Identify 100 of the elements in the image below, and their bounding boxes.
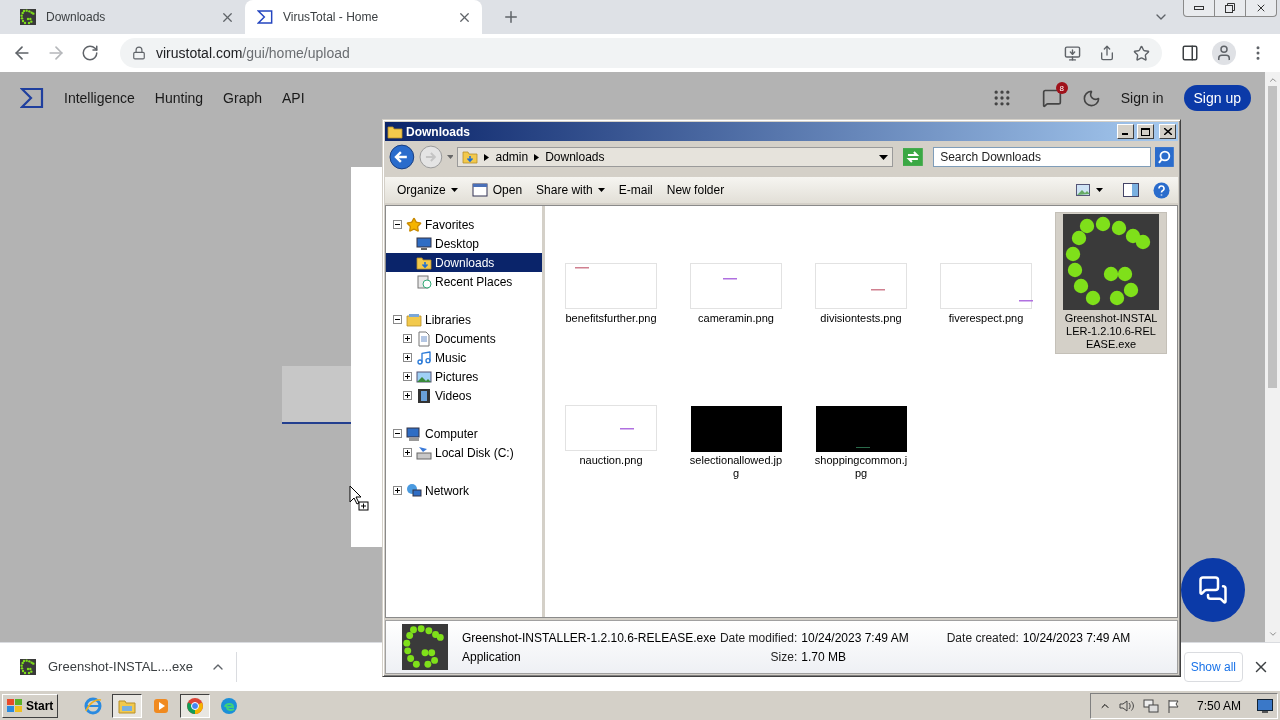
expand-toggle[interactable] (403, 353, 412, 362)
maximize-button[interactable] (1137, 124, 1154, 139)
tree-item[interactable]: Downloads (386, 253, 542, 272)
search-icon[interactable] (1155, 147, 1174, 167)
sign-in-link[interactable]: Sign in (1120, 90, 1164, 106)
tree-item[interactable]: Documents (386, 329, 542, 348)
tree-item[interactable]: Desktop (386, 234, 542, 253)
chat-icon (1198, 575, 1228, 605)
file-item[interactable]: divisiontests.png (805, 212, 917, 354)
detail-label: Date created: (946, 630, 1019, 645)
theme-icon[interactable] (1081, 88, 1101, 108)
download-item[interactable]: Greenshot-INSTAL....exe (20, 651, 237, 682)
install-icon[interactable] (1064, 44, 1081, 62)
drive-icon (416, 444, 432, 461)
library-icon (406, 311, 422, 328)
search-field[interactable]: Search Downloads (933, 147, 1152, 167)
new-tab-icon[interactable] (502, 8, 520, 26)
expand-toggle[interactable] (393, 315, 402, 324)
toolbar-button[interactable]: Open (467, 180, 527, 200)
file-item[interactable]: nauction.png (555, 354, 667, 496)
detail-label: Size: (769, 649, 798, 664)
reload-icon[interactable] (81, 44, 99, 62)
nav-link[interactable]: Hunting (154, 90, 204, 106)
file-item[interactable]: fiverespect.png (930, 212, 1042, 354)
tree-item[interactable]: Videos (386, 386, 542, 405)
expand-toggle[interactable] (393, 220, 402, 229)
expand-toggle[interactable] (393, 486, 402, 495)
toolbar-button[interactable]: New folder (662, 180, 729, 200)
tree-item[interactable]: Network (386, 481, 542, 500)
share-icon[interactable] (1099, 45, 1115, 61)
tree-item[interactable]: Music (386, 348, 542, 367)
file-type: Application (462, 649, 522, 664)
tree-item[interactable]: Local Disk (C:) (386, 443, 542, 462)
expand-toggle[interactable] (403, 372, 412, 381)
file-item[interactable]: Greenshot-INSTALLER-1.2.10.6-RELEASE.exe (1055, 212, 1167, 354)
network-icon[interactable] (1142, 698, 1159, 713)
flag-icon[interactable] (1166, 698, 1181, 713)
volume-icon[interactable] (1118, 698, 1135, 713)
tree-item[interactable]: Computer (386, 424, 542, 443)
file-item[interactable]: benefitsfurther.png (555, 212, 667, 354)
expand-toggle[interactable] (403, 334, 412, 343)
side-panel-icon[interactable] (1181, 44, 1199, 62)
computer-icon (406, 425, 422, 442)
back-button[interactable] (389, 144, 415, 170)
caret-icon (597, 188, 605, 192)
breadcrumb-item[interactable]: admin (495, 150, 529, 164)
browser-tab[interactable]: Downloads (8, 0, 245, 34)
application-icon (402, 624, 448, 670)
edge-icon (220, 696, 239, 715)
media-player-icon (152, 696, 171, 715)
expand-toggle[interactable] (403, 391, 412, 400)
folder-icon (462, 149, 479, 165)
profile-icon[interactable] (1212, 41, 1236, 65)
tree-item[interactable]: Libraries (386, 310, 542, 329)
expand-toggle[interactable] (403, 448, 412, 457)
expand-toggle[interactable] (393, 429, 402, 438)
tree-item[interactable]: Favorites (386, 215, 542, 234)
nav-link[interactable]: Intelligence (64, 90, 135, 106)
sign-up-button[interactable]: Sign up (1183, 85, 1251, 111)
clock[interactable]: 7:50 AM (1196, 698, 1241, 713)
detail-value: 10/24/2023 7:49 AM (1022, 630, 1131, 645)
toolbar-button[interactable]: E-mail (614, 180, 657, 200)
notification-badge: 8 (1055, 82, 1068, 94)
file-name: Greenshot-INSTALLER-1.2.10.6-RELEASE.exe (462, 630, 716, 645)
caret-icon (1096, 188, 1103, 192)
detail-label: Date modified: (719, 630, 798, 645)
folder-icon (387, 123, 403, 140)
breadcrumb-item[interactable]: Downloads (545, 150, 605, 164)
restore-icon (1225, 3, 1235, 13)
start-button[interactable]: Start (2, 693, 59, 718)
taskbar-app[interactable] (112, 693, 143, 718)
lock-icon[interactable] (132, 46, 146, 60)
upload-area (282, 366, 351, 424)
nav-link[interactable]: Graph (223, 90, 262, 106)
nav-link[interactable]: API (282, 90, 305, 106)
file-item[interactable]: shoppingcommon.jpg (805, 354, 917, 496)
view-icon[interactable] (1076, 184, 1090, 196)
file-item[interactable]: selectionallowed.jpg (680, 354, 792, 496)
tree-item[interactable]: Recent Places (386, 272, 542, 291)
file-item[interactable]: cameramin.png (680, 212, 792, 354)
logo-icon[interactable] (257, 9, 273, 25)
tree-item[interactable]: Pictures (386, 367, 542, 386)
help-icon[interactable] (1153, 181, 1170, 199)
refresh-button[interactable] (903, 148, 924, 166)
chat-icon[interactable] (1041, 88, 1062, 108)
preview-pane-icon[interactable] (1123, 183, 1139, 197)
taskbar-app[interactable] (180, 693, 211, 718)
logo-icon[interactable] (20, 86, 44, 110)
address-field[interactable]: admin Downloads (457, 147, 894, 167)
maximize-icon (1141, 127, 1150, 136)
browser-tab[interactable]: VirusTotal - Home (245, 0, 482, 34)
bookmark-icon[interactable] (1133, 44, 1150, 62)
toolbar-button[interactable]: Share with (532, 180, 609, 200)
minimize-icon (1194, 6, 1204, 10)
minimize-button[interactable] (1117, 124, 1134, 139)
music-icon (416, 349, 432, 366)
dropdown-icon[interactable] (879, 154, 889, 160)
show-all-button[interactable]: Show all (1183, 651, 1243, 682)
toolbar-button[interactable]: Organize (393, 180, 462, 200)
show-desktop-icon[interactable] (1257, 698, 1273, 713)
